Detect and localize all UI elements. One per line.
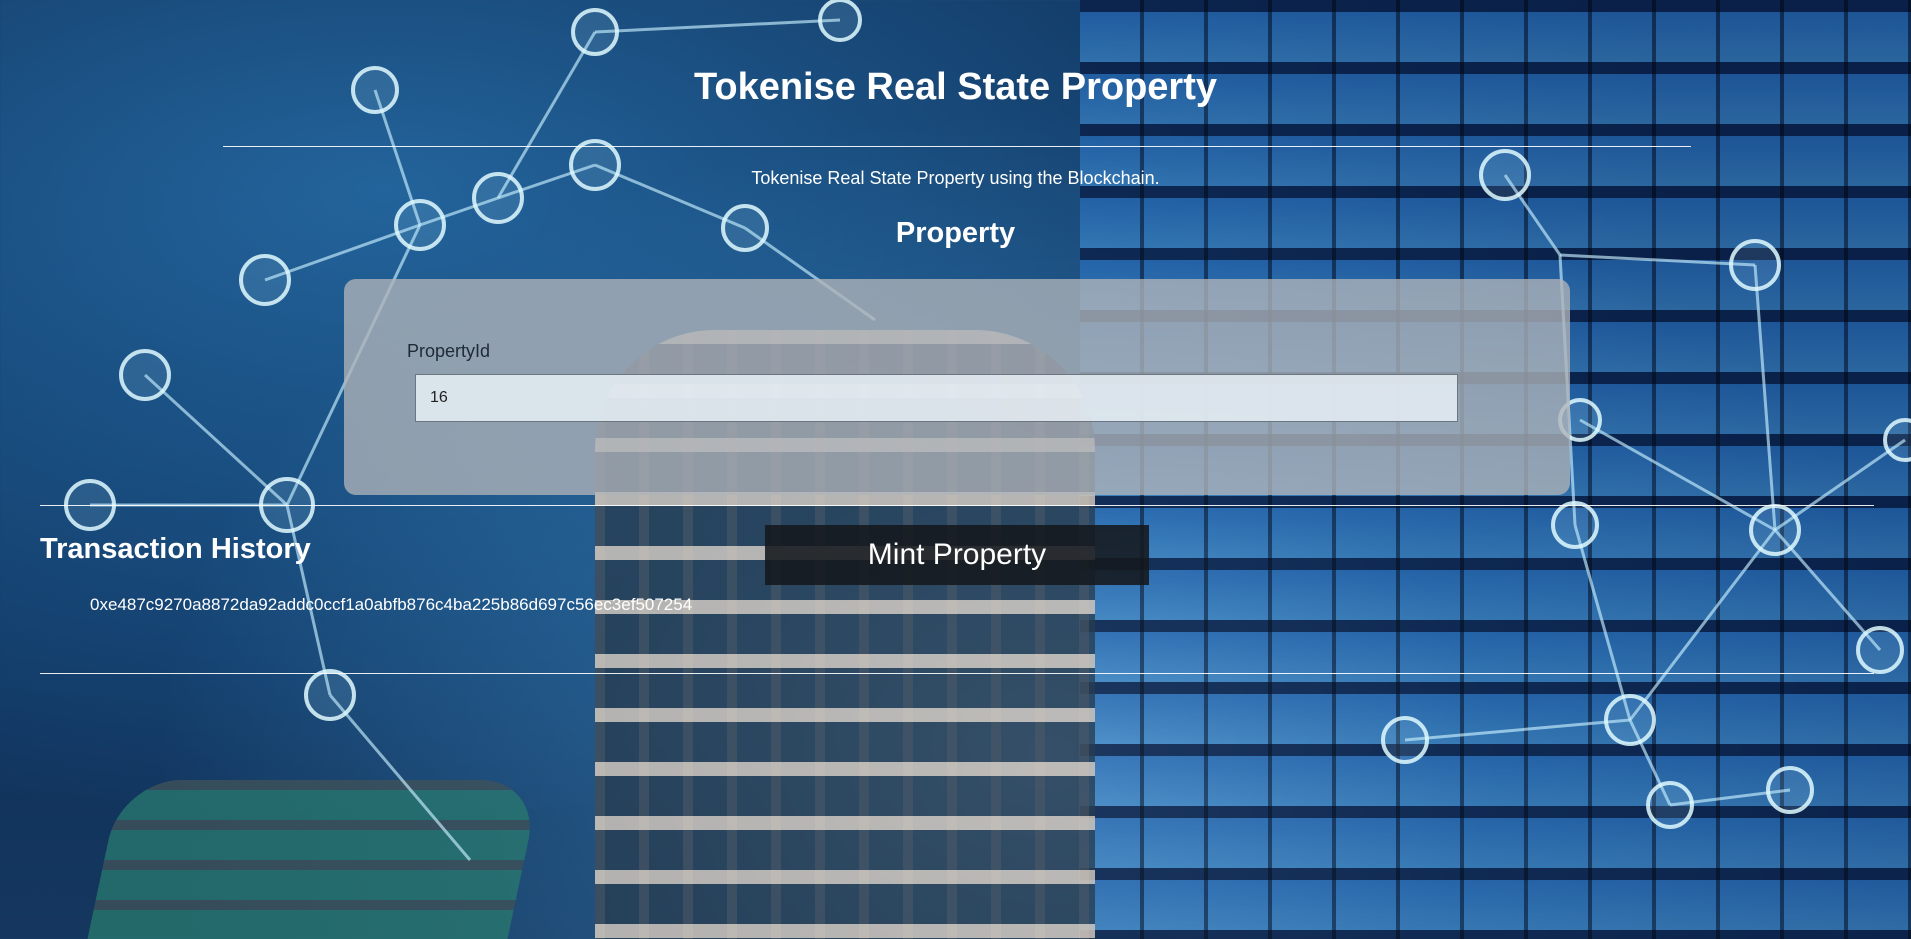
transaction-history-list: 0xe487c9270a8872da92addc0ccf1a0abfb876c4…: [90, 595, 692, 615]
mint-property-button[interactable]: Mint Property: [765, 525, 1149, 585]
property-section-title: Property: [895, 217, 1016, 249]
section-divider: [40, 505, 1874, 506]
header-divider: [223, 146, 1691, 147]
property-form-card: PropertyId: [344, 279, 1570, 495]
property-id-label: PropertyId: [407, 341, 491, 361]
transaction-history-title: Transaction History: [40, 533, 311, 565]
page-title: Tokenise Real State Property: [693, 66, 1218, 108]
transaction-hash: 0xe487c9270a8872da92addc0ccf1a0abfb876c4…: [90, 595, 693, 614]
history-divider: [40, 673, 1874, 674]
page-subtitle: Tokenise Real State Property using the B…: [751, 168, 1160, 188]
property-id-input[interactable]: [415, 374, 1458, 422]
